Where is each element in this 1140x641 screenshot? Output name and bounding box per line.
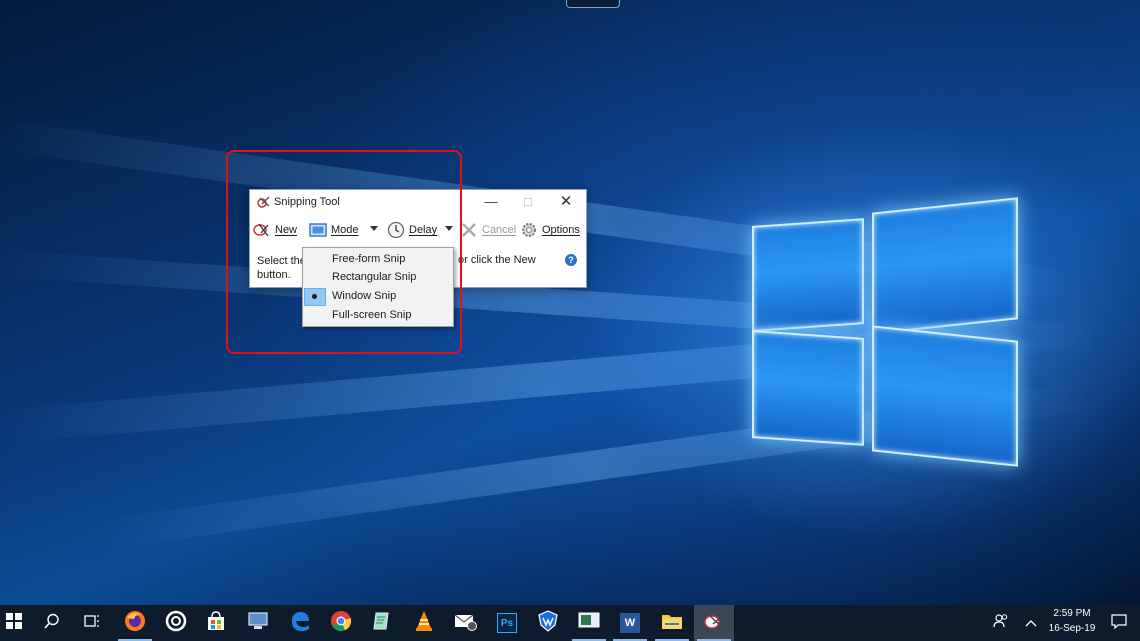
help-icon[interactable]: ? <box>565 254 577 266</box>
cortana-ring-icon <box>165 610 187 637</box>
red-highlight-box <box>226 150 462 354</box>
taskbar-photoshop[interactable]: Ps <box>487 605 527 641</box>
clock-time: 2:59 PM <box>1053 608 1091 619</box>
taskbar-monitor-app[interactable] <box>569 605 609 641</box>
maximize-button[interactable]: □ <box>511 190 545 214</box>
action-center-button[interactable] <box>1102 605 1136 641</box>
taskbar-firefox[interactable] <box>115 605 155 641</box>
word-label: W <box>624 617 636 629</box>
taskbar-mail[interactable] <box>446 605 486 641</box>
photoshop-icon: Ps <box>497 613 517 633</box>
chevron-up-icon <box>1025 614 1037 632</box>
taskbar-snipping-tool[interactable] <box>694 605 734 641</box>
taskbar-word[interactable]: W <box>610 605 650 641</box>
word-icon: W <box>620 613 640 633</box>
notification-icon <box>1111 613 1127 634</box>
clock-date: 16-Sep-19 <box>1048 623 1096 634</box>
taskbar-file-explorer[interactable] <box>652 605 692 641</box>
network-app-icon <box>247 611 269 636</box>
chrome-icon <box>330 610 352 637</box>
shield-app-icon <box>538 609 558 637</box>
search-icon <box>44 613 60 634</box>
people-button[interactable] <box>984 605 1018 641</box>
photoshop-label: Ps <box>500 617 514 629</box>
search-button[interactable] <box>32 605 72 641</box>
edge-icon <box>289 610 311 637</box>
options-button[interactable]: Options <box>520 219 580 241</box>
hint-text-right: or click the New <box>458 254 536 266</box>
clock[interactable]: 2:59 PM 16-Sep-19 <box>1044 608 1100 634</box>
show-hidden-icons-button[interactable] <box>1016 605 1046 641</box>
taskbar-chrome[interactable] <box>321 605 361 641</box>
gear-icon <box>520 221 538 239</box>
start-button[interactable] <box>0 605 34 641</box>
options-label: Options <box>542 224 580 236</box>
close-icon: ✕ <box>559 193 573 210</box>
cancel-button[interactable]: Cancel <box>460 219 516 241</box>
taskbar-notepad[interactable] <box>362 605 402 641</box>
top-bar-indicator <box>566 0 620 8</box>
taskbar-cortana[interactable] <box>156 605 196 641</box>
taskbar-shield-app[interactable] <box>528 605 568 641</box>
close-button[interactable]: ✕ <box>549 190 583 214</box>
minimize-icon: — <box>484 194 498 209</box>
notepad-icon <box>372 611 392 636</box>
cancel-label: Cancel <box>482 224 517 236</box>
people-icon <box>993 613 1009 634</box>
maximize-icon: □ <box>524 194 532 209</box>
vlc-icon <box>414 610 434 637</box>
mail-icon <box>454 611 478 636</box>
store-icon <box>206 610 226 636</box>
taskbar-vlc[interactable] <box>404 605 444 641</box>
snipping-tool-icon <box>703 611 725 636</box>
taskbar-store[interactable] <box>196 605 236 641</box>
task-view-icon <box>84 614 100 633</box>
file-explorer-icon <box>661 611 683 636</box>
firefox-icon <box>124 610 146 637</box>
monitor-app-icon <box>578 611 600 636</box>
desktop-wallpaper <box>0 0 1140 605</box>
minimize-button[interactable]: — <box>474 190 508 214</box>
task-view-button[interactable] <box>72 605 112 641</box>
taskbar-edge[interactable] <box>280 605 320 641</box>
taskbar-network-app[interactable] <box>238 605 278 641</box>
start-icon <box>6 612 22 634</box>
taskbar: Ps W 2:59 PM 16-Sep-19 <box>0 605 1140 641</box>
cancel-x-icon <box>460 221 478 239</box>
